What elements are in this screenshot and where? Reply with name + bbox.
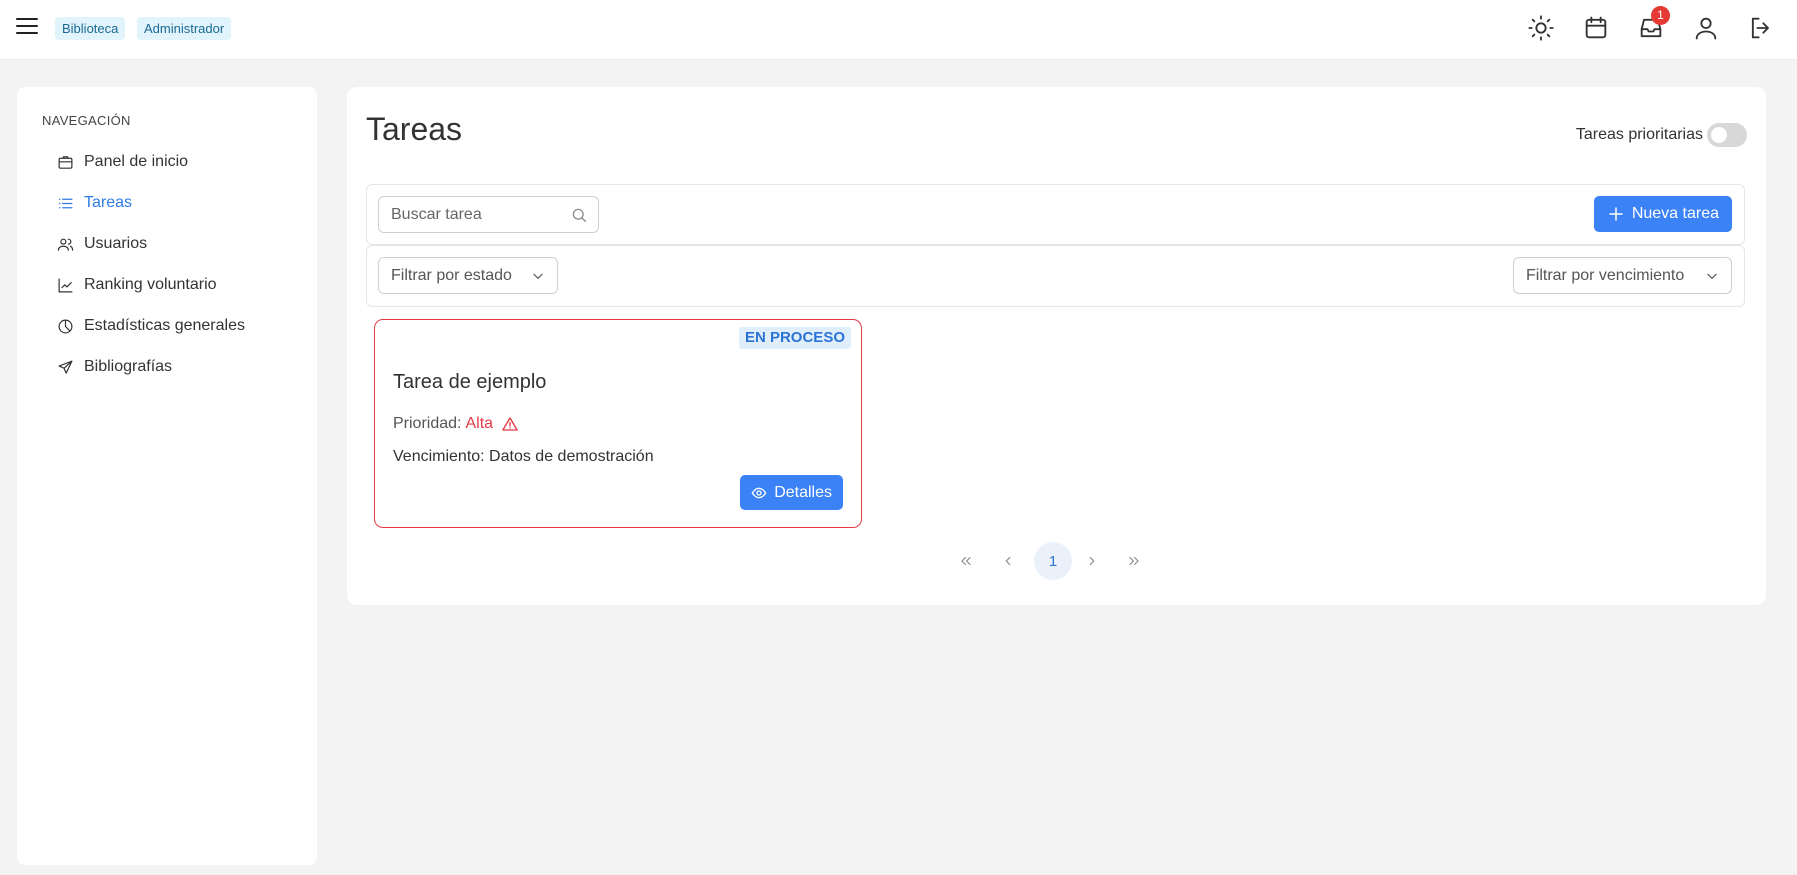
task-card: EN PROCESO Tarea de ejemplo Prioridad: A…	[374, 319, 862, 528]
priority-value: Alta	[465, 415, 494, 432]
priority-toggle-label: Tareas prioritarias	[1575, 126, 1703, 143]
list-icon	[58, 198, 73, 208]
status-badge: EN PROCESO	[738, 327, 851, 349]
filter-toolbar: Filtrar por estado Filtrar por vencimien…	[366, 245, 1745, 307]
sidebar-item-panel-de-inicio[interactable]: Panel de inicio	[57, 147, 188, 177]
prev-page-button[interactable]	[989, 542, 1027, 580]
dashboard-icon	[58, 155, 73, 169]
sidebar-item-label: Ranking voluntario	[84, 276, 217, 293]
chevron-down-icon	[533, 273, 543, 279]
sidebar: NAVEGACIÓN Panel de inicio Tareas Usuari…	[17, 87, 317, 865]
warning-icon	[502, 417, 518, 431]
users-icon	[57, 238, 74, 251]
sidebar-item-label: Estadísticas generales	[84, 317, 245, 334]
sidebar-item-label: Usuarios	[84, 235, 148, 252]
chevron-right-icon	[1089, 556, 1095, 566]
sidebar-item-tareas[interactable]: Tareas	[57, 188, 132, 218]
last-page-button[interactable]	[1115, 542, 1153, 580]
status-filter-label: Filtrar por estado	[391, 266, 512, 284]
double-chevron-right-icon	[1129, 556, 1139, 566]
sun-icon[interactable]	[1527, 14, 1555, 42]
task-priority: Prioridad: Alta	[393, 415, 519, 433]
sidebar-item-estadisticas-generales[interactable]: Estadísticas generales	[57, 311, 245, 341]
priority-toggle-group: Tareas prioritarias	[1576, 123, 1747, 147]
send-icon	[58, 360, 73, 374]
pie-chart-icon	[58, 319, 73, 333]
sidebar-item-usuarios[interactable]: Usuarios	[57, 229, 147, 259]
due-filter-select[interactable]: Filtrar por vencimiento	[1513, 257, 1732, 294]
priority-label: Prioridad:	[393, 415, 462, 432]
chart-line-icon	[58, 278, 73, 292]
first-page-button[interactable]	[947, 542, 985, 580]
priority-toggle[interactable]	[1707, 123, 1747, 147]
inbox-icon[interactable]: 1	[1637, 6, 1670, 42]
search-toolbar: Nueva tarea	[366, 184, 1745, 245]
logout-icon[interactable]	[1747, 14, 1775, 42]
app-badge: Biblioteca	[55, 17, 126, 40]
task-title: Tarea de ejemplo	[393, 371, 547, 393]
chevron-left-icon	[1005, 556, 1011, 566]
next-page-button[interactable]	[1073, 542, 1111, 580]
search-icon[interactable]	[570, 206, 588, 224]
sidebar-item-label: Bibliografías	[84, 358, 173, 375]
details-button[interactable]: Detalles	[740, 475, 843, 510]
page-title: Tareas	[366, 111, 463, 147]
due-filter-label: Filtrar por vencimiento	[1526, 266, 1685, 284]
task-due-date: Vencimiento: Datos de demostración	[393, 448, 654, 465]
menu-icon[interactable]	[16, 18, 38, 38]
sidebar-item-label: Panel de inicio	[84, 153, 189, 170]
new-task-button[interactable]: Nueva tarea	[1593, 196, 1732, 232]
details-label: Detalles	[774, 483, 832, 501]
sidebar-item-label: Tareas	[84, 194, 133, 211]
search-box	[378, 196, 599, 233]
main-panel: Tareas Tareas prioritarias Nueva tarea F…	[347, 87, 1766, 605]
sidebar-item-bibliografias[interactable]: Bibliografías	[57, 352, 172, 382]
page-1-button[interactable]: 1	[1034, 542, 1072, 580]
eye-icon	[751, 487, 767, 498]
chevron-down-icon	[1707, 273, 1717, 279]
sidebar-item-ranking-voluntario[interactable]: Ranking voluntario	[57, 270, 217, 300]
plus-icon	[1609, 207, 1623, 221]
user-icon[interactable]	[1692, 14, 1720, 42]
toggle-knob	[1711, 127, 1727, 143]
search-input[interactable]	[379, 197, 559, 232]
calendar-icon[interactable]	[1582, 14, 1610, 42]
top-bar: Biblioteca Administrador 1	[0, 0, 1797, 60]
new-task-label: Nueva tarea	[1631, 205, 1719, 222]
notification-count-badge: 1	[1651, 6, 1670, 25]
nav-heading: NAVEGACIÓN	[42, 113, 131, 128]
double-chevron-left-icon	[961, 556, 971, 566]
status-filter-select[interactable]: Filtrar por estado	[378, 257, 558, 294]
pagination: 1	[947, 542, 1147, 582]
role-badge: Administrador	[137, 17, 232, 40]
